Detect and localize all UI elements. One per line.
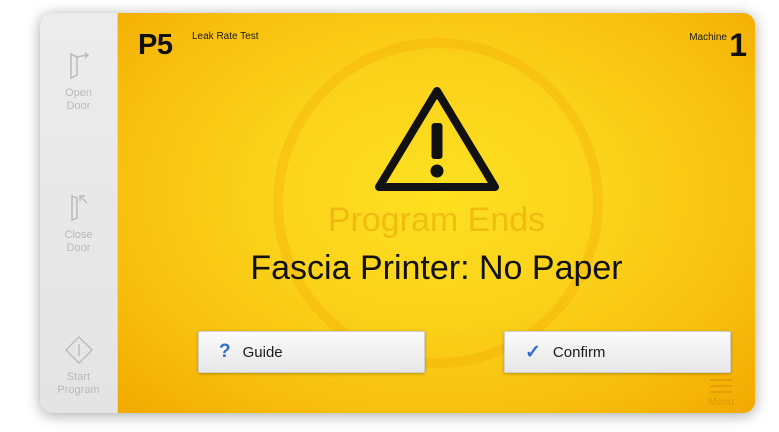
sidebar: Open Door Close Door Start Program <box>40 13 118 413</box>
app-window: Open Door Close Door Start Program Progr… <box>40 13 755 413</box>
program-status-text: Program Ends <box>327 201 546 239</box>
menu-icon <box>710 379 732 393</box>
close-door-button[interactable]: Close Door <box>40 193 117 255</box>
program-code: P5 <box>138 29 173 61</box>
warning-triangle-icon <box>375 87 499 191</box>
close-door-icon <box>70 194 88 222</box>
question-icon: ? <box>219 341 231 362</box>
open-door-label: Open Door <box>65 87 92 112</box>
menu-label: Menu <box>708 397 734 408</box>
machine-label: Machine <box>689 32 727 43</box>
menu-button[interactable]: Menu <box>693 373 749 413</box>
program-name: Leak Rate Test <box>192 31 259 42</box>
confirm-button[interactable]: ✓ Confirm <box>504 331 731 373</box>
start-diamond-icon <box>64 335 93 365</box>
guide-button[interactable]: ? Guide <box>198 331 425 373</box>
start-program-button[interactable]: Start Program <box>40 335 117 397</box>
machine-number: 1 <box>729 27 747 63</box>
open-door-button[interactable]: Open Door <box>40 51 117 113</box>
open-door-icon <box>69 52 89 80</box>
alert-panel: Program Ends P5 Leak Rate Test Machine 1… <box>118 13 755 413</box>
guide-label: Guide <box>242 343 283 361</box>
checkmark-icon: ✓ <box>525 341 541 363</box>
alert-message: Fascia Printer: No Paper <box>250 249 623 287</box>
close-door-label: Close Door <box>64 229 93 254</box>
start-program-label: Start Program <box>57 371 100 396</box>
confirm-label: Confirm <box>552 343 606 361</box>
